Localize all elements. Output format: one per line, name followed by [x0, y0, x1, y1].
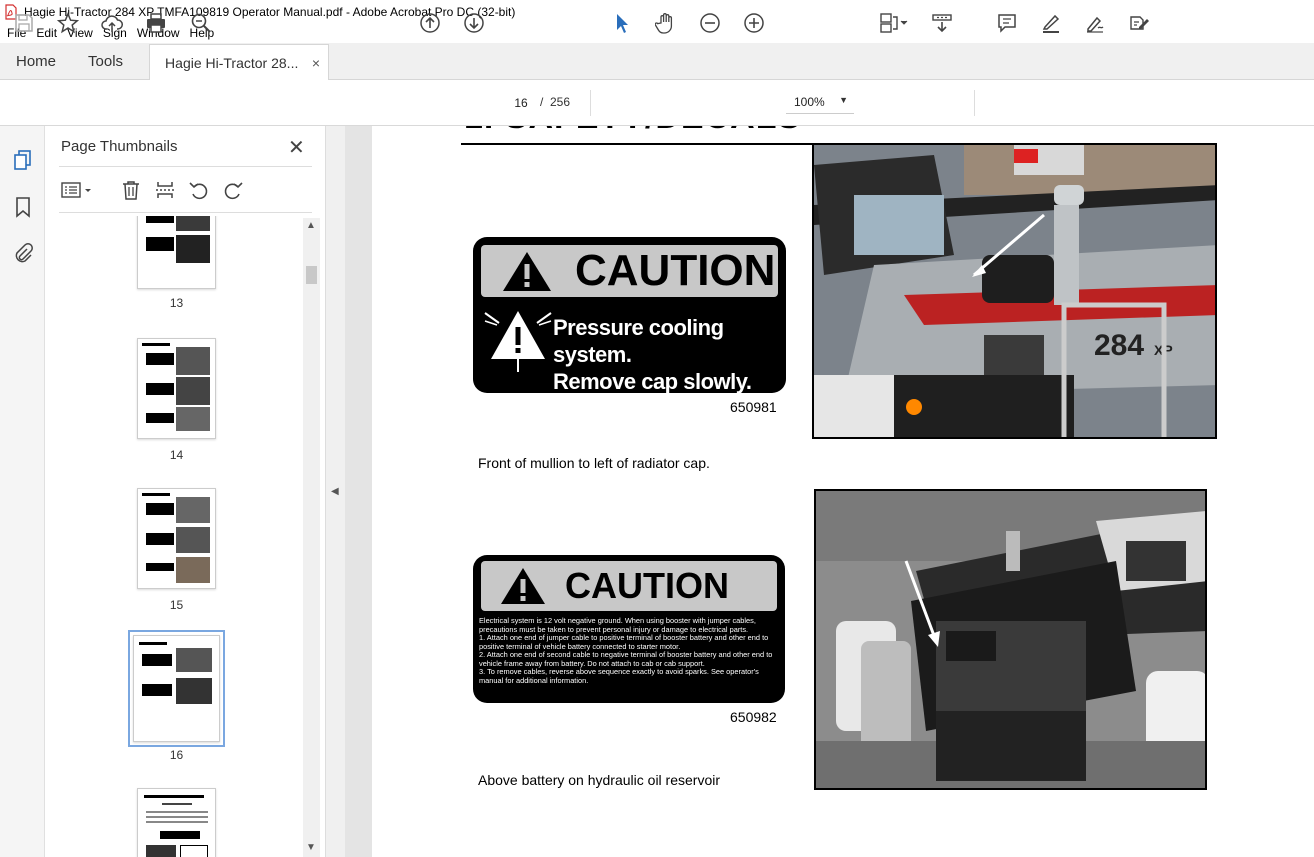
thumbnail-label: 15 — [169, 598, 184, 612]
photo-radiator-cap: 284 XP — [812, 143, 1217, 439]
decal-instructions-step-3: 3. To remove cables, reverse above seque… — [479, 667, 759, 685]
page-fit-icon[interactable] — [876, 11, 910, 35]
page-thumbnails-panel: Page Thumbnails ✕ 13 14 15 16 ▲ ▼ — [45, 126, 325, 857]
print-icon[interactable] — [144, 11, 168, 35]
draw-sign-icon[interactable] — [1083, 11, 1107, 35]
total-pages: 256 — [550, 95, 571, 109]
save-icon[interactable] — [12, 11, 36, 35]
main-toolbar — [0, 80, 1314, 126]
decal-header: CAUTION — [481, 561, 777, 611]
decal-instructions-step-2: 2. Attach one end of second cable to neg… — [479, 650, 773, 668]
page-thumbnail-16[interactable] — [128, 630, 225, 747]
star-icon[interactable] — [56, 11, 80, 35]
thumbnail-label: 13 — [169, 296, 184, 310]
zoom-in-icon[interactable] — [742, 11, 766, 35]
svg-text:284: 284 — [1094, 329, 1144, 362]
close-panel-icon[interactable]: ✕ — [288, 135, 305, 160]
tab-document-label: Hagie Hi-Tractor 28... — [165, 54, 299, 71]
decal-message-line-1: Pressure cooling system. — [553, 315, 724, 367]
fill-sign-icon[interactable] — [1127, 11, 1151, 35]
delete-page-icon[interactable] — [119, 178, 143, 202]
page-separator: / — [540, 95, 544, 109]
panel-title: Page Thumbnails — [61, 138, 178, 155]
page-thumbnail-14[interactable] — [137, 338, 216, 439]
caution-decal-650981: CAUTION Pressure cooling system. Remove … — [473, 237, 786, 395]
toolbar-divider — [974, 90, 975, 116]
scroll-mode-icon[interactable] — [930, 11, 954, 35]
comment-icon[interactable] — [995, 11, 1019, 35]
caution-word: CAUTION — [575, 246, 776, 295]
decal-instructions-step-1: 1. Attach one end of jumper cable to pos… — [479, 633, 769, 651]
close-tab-icon[interactable]: × — [312, 55, 320, 71]
bookmark-icon[interactable] — [11, 195, 35, 219]
scrollbar-thumb[interactable] — [306, 266, 317, 284]
page-thumbnail-17[interactable] — [137, 788, 216, 857]
decal-location-caption: Above battery on hydraulic oil reservoir — [478, 772, 721, 788]
hand-tool-icon[interactable] — [654, 11, 678, 35]
previous-page-icon[interactable] — [418, 11, 442, 35]
page-thumbnail-15[interactable] — [137, 488, 216, 589]
highlight-pen-icon[interactable] — [1039, 11, 1063, 35]
caution-decal-650982: CAUTION Electrical system is 12 volt neg… — [473, 555, 785, 703]
decal-header: CAUTION — [481, 245, 778, 297]
next-page-icon[interactable] — [462, 11, 486, 35]
thumbnail-scrollbar[interactable]: ▲ ▼ — [303, 218, 320, 857]
decal-location-caption: Front of mullion to left of radiator cap… — [478, 455, 710, 471]
zoom-out-icon[interactable] — [698, 11, 722, 35]
part-number: 650981 — [730, 399, 777, 415]
page-heading: 1. SAFETY/DECALS — [464, 126, 801, 137]
page-number-input[interactable]: 16 — [506, 91, 536, 114]
decal-instructions-intro: Electrical system is 12 volt negative gr… — [479, 616, 756, 634]
panel-splitter[interactable]: ◀ — [325, 126, 345, 857]
tab-document[interactable]: Hagie Hi-Tractor 28... × — [149, 44, 330, 80]
rotate-right-icon[interactable] — [221, 178, 245, 202]
radiator-photo-image: 284 XP — [814, 145, 1215, 437]
part-number: 650982 — [730, 709, 777, 725]
decal-instructions: Electrical system is 12 volt negative gr… — [479, 616, 780, 685]
zoom-level-value: 100% — [794, 95, 825, 109]
thumbnail-label: 14 — [169, 448, 184, 462]
toolbar-divider — [590, 90, 591, 116]
collapse-panel-icon[interactable]: ◀ — [331, 486, 339, 497]
warning-triangle-icon — [503, 252, 551, 291]
pressure-warning-icon — [484, 311, 552, 372]
zoom-level-select[interactable]: 100% ▼ — [786, 91, 854, 114]
split-page-icon[interactable] — [153, 178, 177, 202]
heading-underline — [461, 143, 821, 145]
pdf-page: 1. SAFETY/DECALS CAUTION Pressure coo — [372, 126, 1314, 857]
tab-bar: Home Tools Hagie Hi-Tractor 28... × — [0, 43, 1314, 80]
panel-divider — [59, 166, 312, 167]
find-zoom-icon[interactable] — [189, 11, 213, 35]
scroll-down-icon[interactable]: ▼ — [306, 842, 316, 853]
decal-message: Pressure cooling system. Remove cap slow… — [553, 314, 786, 395]
tab-tools[interactable]: Tools — [72, 43, 139, 79]
panel-toolbar — [59, 176, 312, 204]
panel-divider — [59, 212, 312, 213]
page-thumbnail-13[interactable] — [137, 216, 216, 289]
scroll-up-icon[interactable]: ▲ — [306, 220, 316, 231]
decal-message-line-2: Remove cap slowly. — [553, 369, 752, 394]
caution-word: CAUTION — [565, 565, 729, 606]
chevron-down-icon: ▼ — [839, 95, 848, 105]
upload-cloud-icon[interactable] — [100, 11, 124, 35]
thumbnail-list: 13 14 15 16 — [45, 216, 301, 857]
attachment-icon[interactable] — [11, 241, 35, 265]
warning-triangle-icon — [501, 568, 545, 604]
photo-battery-reservoir — [814, 489, 1207, 790]
tab-home[interactable]: Home — [0, 43, 72, 79]
select-cursor-icon[interactable] — [610, 11, 634, 35]
page-thumbnails-icon[interactable] — [11, 148, 35, 172]
document-view[interactable]: 1. SAFETY/DECALS CAUTION Pressure coo — [345, 126, 1314, 857]
battery-photo-image — [816, 491, 1205, 788]
rotate-left-icon[interactable] — [187, 178, 211, 202]
options-menu-icon[interactable] — [59, 178, 95, 202]
thumbnail-label: 16 — [169, 748, 184, 762]
navigation-rail — [0, 126, 45, 857]
